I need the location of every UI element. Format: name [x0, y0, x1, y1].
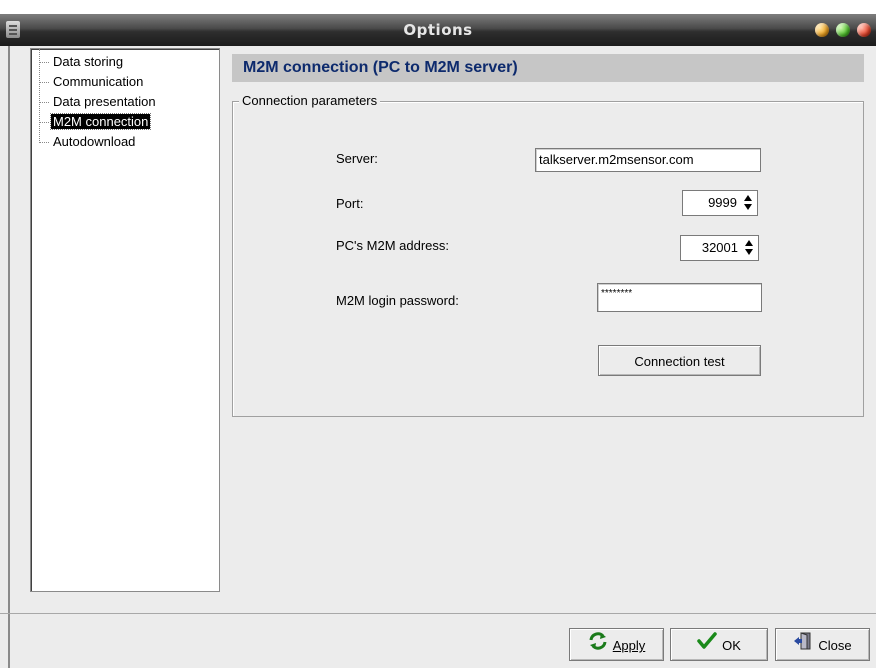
tree-item-communication[interactable]: Communication [39, 73, 145, 91]
tree-item-data-storing[interactable]: Data storing [39, 53, 125, 71]
close-window-icon[interactable] [857, 23, 871, 37]
apply-button[interactable]: Apply [569, 628, 664, 661]
tree-item-m2m-connection[interactable]: M2M connection [39, 113, 152, 131]
ok-button[interactable]: OK [670, 628, 768, 661]
connection-test-button[interactable]: Connection test [598, 345, 761, 376]
minimize-icon[interactable] [815, 23, 829, 37]
tree-item-data-presentation[interactable]: Data presentation [39, 93, 158, 111]
address-spinner[interactable]: 32001 [680, 235, 759, 261]
window-title: Options [403, 21, 473, 39]
tree-item-label: M2M connection [49, 113, 152, 130]
tree-item-label: Data storing [53, 54, 124, 69]
password-input[interactable]: ******** [597, 283, 762, 312]
close-button[interactable]: Close [775, 628, 870, 661]
spinner-arrows[interactable] [741, 194, 755, 212]
connection-test-label: Connection test [634, 354, 725, 370]
server-label: Server: [336, 151, 378, 166]
tree-item-label: Data presentation [53, 94, 156, 109]
options-tree[interactable]: Data storing Communication Data presenta… [30, 48, 220, 592]
panel-header: M2M connection (PC to M2M server) [232, 54, 864, 82]
maximize-icon[interactable] [836, 23, 850, 37]
checkmark-icon [697, 630, 717, 661]
door-exit-icon [793, 630, 813, 661]
tree-item-label: Autodownload [53, 134, 136, 149]
title-bar[interactable]: Options [0, 14, 876, 46]
footer-divider [0, 613, 876, 614]
port-value[interactable]: 9999 [708, 195, 737, 210]
close-label: Close [818, 638, 852, 654]
port-label: Port: [336, 196, 364, 211]
server-input[interactable]: talkserver.m2msensor.com [535, 148, 761, 172]
apply-label: Apply [612, 638, 646, 654]
refresh-icon [588, 630, 608, 661]
address-value[interactable]: 32001 [702, 240, 738, 255]
tree-item-autodownload[interactable]: Autodownload [39, 133, 137, 151]
spinner-arrows[interactable] [742, 239, 756, 257]
ok-label: OK [722, 638, 741, 654]
spin-down-icon[interactable] [745, 249, 753, 255]
tree-item-label: Communication [53, 74, 144, 89]
group-title: Connection parameters [239, 93, 381, 108]
password-label: M2M login password: [336, 293, 459, 308]
spin-up-icon[interactable] [744, 195, 752, 201]
window-border [8, 46, 10, 668]
panel-title: M2M connection (PC to M2M server) [243, 59, 518, 76]
options-window: Options Data storing Communication Data … [0, 14, 876, 668]
spin-down-icon[interactable] [744, 204, 752, 210]
port-spinner[interactable]: 9999 [682, 190, 758, 216]
spin-up-icon[interactable] [745, 240, 753, 246]
address-label: PC's M2M address: [336, 238, 450, 253]
